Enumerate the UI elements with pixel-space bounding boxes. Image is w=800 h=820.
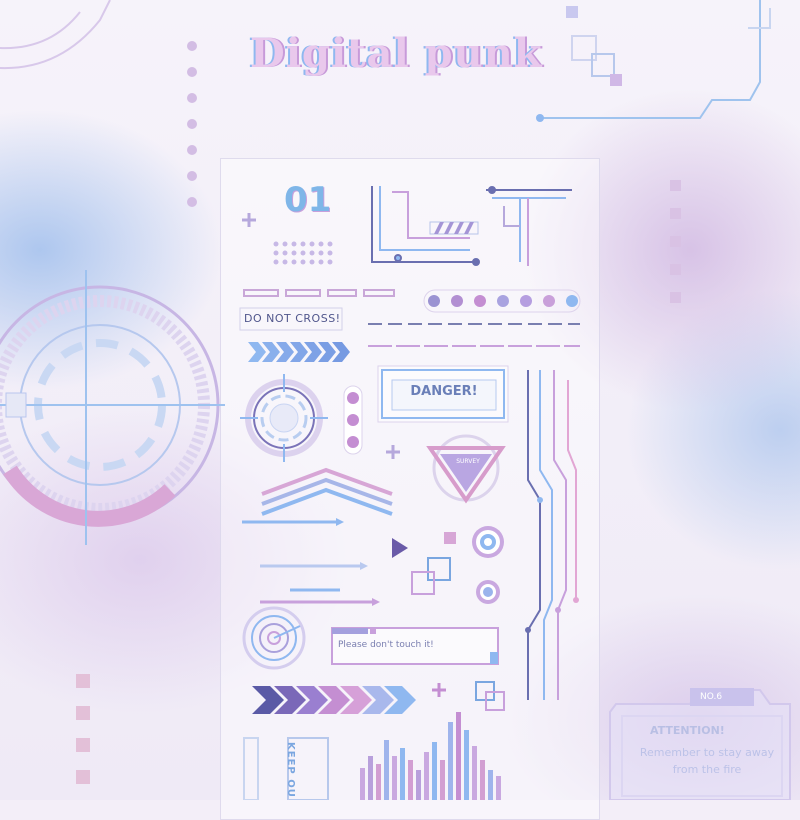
- circuit-t: [486, 186, 572, 266]
- keep-out-label: KEEP OU: [285, 742, 296, 798]
- please-dont-touch-label: Please don't touch it!: [338, 640, 434, 650]
- up-chevrons: [261, 467, 393, 516]
- circle-dot-row: [423, 289, 581, 313]
- sticker-graphics: [0, 0, 791, 800]
- sticker-number: 01: [284, 180, 332, 220]
- plus-mark-bottom: [432, 683, 446, 697]
- three-dot-pill: [343, 385, 363, 455]
- overlap-squares: [411, 532, 505, 711]
- hud-target-ring: [0, 270, 225, 545]
- chevron-arrows-blue: [248, 342, 350, 362]
- attention-message: Remember to stay away from the fire: [639, 746, 775, 776]
- survey-label: SURVEY: [456, 458, 480, 465]
- dashed-lines: [368, 323, 580, 347]
- stripe-block: [429, 221, 479, 235]
- radar-icon: [242, 606, 306, 670]
- gear-icon: [472, 526, 504, 558]
- chevron-arrows-gradient: [252, 686, 416, 714]
- attention-heading: ATTENTION!: [650, 724, 725, 737]
- corner-arcs: [0, 0, 111, 70]
- crosshair-target: [240, 374, 328, 462]
- equalizer-bars: [360, 712, 501, 800]
- top-right-circuit: [536, 0, 771, 122]
- plus-mark-small: [386, 445, 400, 459]
- right-arrows: [242, 518, 408, 606]
- gear-icon-small: [476, 580, 500, 604]
- tall-circuit: [525, 370, 579, 700]
- survey-triangle: [426, 434, 506, 504]
- left-squares: [76, 674, 90, 784]
- attention-number: NO.6: [700, 692, 723, 702]
- circuit-l: [371, 186, 480, 266]
- bar-segments: [243, 289, 395, 297]
- plus-mark: [242, 213, 256, 227]
- right-squares: [670, 180, 681, 303]
- do-not-cross-label: DO NOT CROSS!: [244, 312, 341, 325]
- dot-grid: [273, 241, 333, 265]
- dot-column-left: [187, 41, 197, 207]
- danger-label: DANGER!: [410, 384, 478, 399]
